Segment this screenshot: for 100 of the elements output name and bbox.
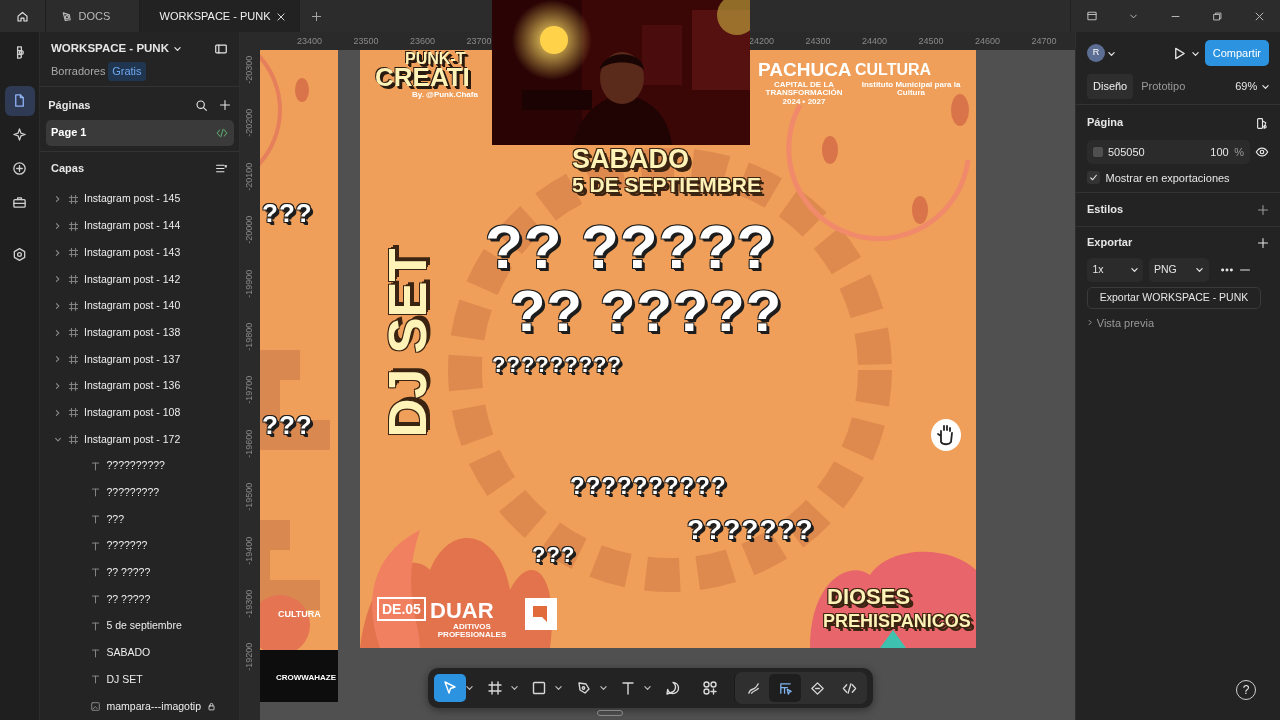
canvas-text: Instituto Municipal para la Cultura xyxy=(860,81,962,98)
text-layer-icon xyxy=(90,567,101,579)
layer-item[interactable]: ?? ????? xyxy=(40,586,239,613)
layer-item[interactable]: Instagram post - 172 xyxy=(40,426,239,453)
text-icon xyxy=(620,680,636,696)
board-icon xyxy=(67,327,79,339)
restore-icon xyxy=(1211,10,1223,22)
canvas-text: SABADO xyxy=(572,146,689,173)
scale-select[interactable]: 1x xyxy=(1087,257,1143,282)
layer-item[interactable]: ??? xyxy=(40,506,239,533)
sparkle-icon xyxy=(12,127,27,142)
panel-tab[interactable]: Prototipo xyxy=(1135,74,1192,99)
layer-item[interactable]: Instagram post - 143 xyxy=(40,239,239,267)
layer-item[interactable]: Instagram post - 144 xyxy=(40,212,239,240)
image-icon xyxy=(90,700,101,712)
checkbox-label: Mostrar en exportaciones xyxy=(1105,170,1230,186)
board-icon xyxy=(67,247,79,259)
ruler-label: 24600 xyxy=(975,35,1001,48)
canvas[interactable] xyxy=(260,50,1075,720)
layer-item[interactable]: 5 de septiembre xyxy=(40,613,239,640)
ruler-label: -19600 xyxy=(243,428,256,460)
chevron-icon xyxy=(54,222,62,231)
caret-icon xyxy=(1192,50,1200,57)
layer-item[interactable]: ?? ????? xyxy=(40,559,239,587)
board-icon xyxy=(67,193,79,205)
caret-icon xyxy=(644,685,651,691)
caret-icon xyxy=(466,685,473,691)
board-icon xyxy=(67,220,79,232)
text-layer-icon xyxy=(90,460,101,472)
code-icon xyxy=(841,680,857,696)
pointer-tool[interactable] xyxy=(434,674,466,702)
ruler-label: 23600 xyxy=(410,35,436,48)
text-layer-icon xyxy=(90,674,101,686)
layout-tool[interactable] xyxy=(769,674,802,702)
caret-icon xyxy=(1196,266,1203,273)
layer-item[interactable]: ?????????? xyxy=(40,452,239,480)
pages-icon xyxy=(12,93,27,108)
color-swatch xyxy=(1092,147,1103,157)
ruler-label: 24300 xyxy=(805,35,831,48)
layer-item[interactable]: Instagram post - 138 xyxy=(40,319,239,347)
ruler-label: 23700 xyxy=(466,35,492,48)
canvas-text: ?? ????? xyxy=(510,282,783,340)
user-avatar[interactable]: R xyxy=(1087,44,1105,62)
text-layer-icon xyxy=(90,647,101,659)
ruler-label: 24700 xyxy=(1031,35,1057,48)
ruler-label: -20100 xyxy=(243,161,256,193)
chevron-icon xyxy=(54,435,62,444)
hand-icon xyxy=(930,418,962,452)
layer-item[interactable]: Instagram post - 108 xyxy=(40,399,239,427)
format-select[interactable]: PNG xyxy=(1148,257,1209,282)
layer-item[interactable]: DJ SET xyxy=(40,666,239,694)
ruler-label: 24200 xyxy=(749,35,775,48)
layer-item[interactable]: Instagram post - 145 xyxy=(40,186,239,213)
layer-item[interactable]: Instagram post - 137 xyxy=(40,346,239,373)
plus-icon xyxy=(1257,236,1269,249)
pages-button[interactable] xyxy=(4,85,35,116)
layer-item[interactable]: Instagram post - 142 xyxy=(40,266,239,293)
browser-tab[interactable]: WORKSPACE - PUNK xyxy=(140,0,300,32)
app-logo-icon xyxy=(60,9,73,23)
text-layer-icon xyxy=(90,487,101,499)
rectangle-icon xyxy=(531,680,547,696)
layer-item[interactable]: Instagram post - 140 xyxy=(40,292,239,320)
canvas-text: CULTURA xyxy=(855,62,932,78)
location-link[interactable]: Borradores xyxy=(51,63,106,80)
ruler-label: 24400 xyxy=(862,35,888,48)
canvas-text: ??? xyxy=(262,200,313,226)
drag-handle[interactable] xyxy=(597,710,623,716)
panel-tab[interactable]: Diseño xyxy=(1087,74,1134,99)
canvas-text: By. @Punk.Chafa xyxy=(412,91,478,100)
pointer-icon xyxy=(442,680,458,696)
theme-icon xyxy=(1256,116,1269,130)
section-title: Capas xyxy=(51,160,85,176)
page-item[interactable]: Page 1 xyxy=(45,119,234,146)
fill-field[interactable]: 505050 100 % xyxy=(1087,140,1250,164)
board-icon xyxy=(67,380,79,392)
canvas-text: DJ SET xyxy=(379,248,434,438)
ruler-label: -19700 xyxy=(243,375,256,407)
layer-item[interactable]: mampara---imagotip xyxy=(40,693,239,720)
project-title[interactable]: WORKSPACE - PUNK xyxy=(51,39,169,58)
layer-item[interactable]: Instagram post - 136 xyxy=(40,372,239,400)
text-layer-icon xyxy=(90,594,101,606)
checkbox[interactable] xyxy=(1087,171,1100,185)
curve-icon xyxy=(745,680,761,696)
code-icon xyxy=(216,127,228,140)
layer-item[interactable]: ??????? xyxy=(40,532,239,560)
canvas-text: CULTURA xyxy=(278,610,321,619)
canvas-text: ?????????? xyxy=(570,474,727,498)
canvas-text: CREATI xyxy=(375,64,470,90)
layer-item[interactable]: ????????? xyxy=(40,479,239,507)
text-layer-icon xyxy=(90,514,101,526)
sidebar-toggle-icon xyxy=(214,42,228,57)
zoom-level[interactable]: 69% xyxy=(1235,78,1258,95)
export-button[interactable]: Exportar WORKSPACE - PUNK xyxy=(1087,287,1261,309)
preview-toggle[interactable]: Vista previa xyxy=(1096,314,1155,331)
window-icon xyxy=(1085,10,1098,22)
chevron-icon xyxy=(54,382,62,391)
toolbox-icon xyxy=(12,195,27,210)
canvas-text: DIOSES xyxy=(827,586,911,608)
chevron-icon xyxy=(1087,319,1094,327)
layer-item[interactable]: SABADO xyxy=(40,639,239,667)
